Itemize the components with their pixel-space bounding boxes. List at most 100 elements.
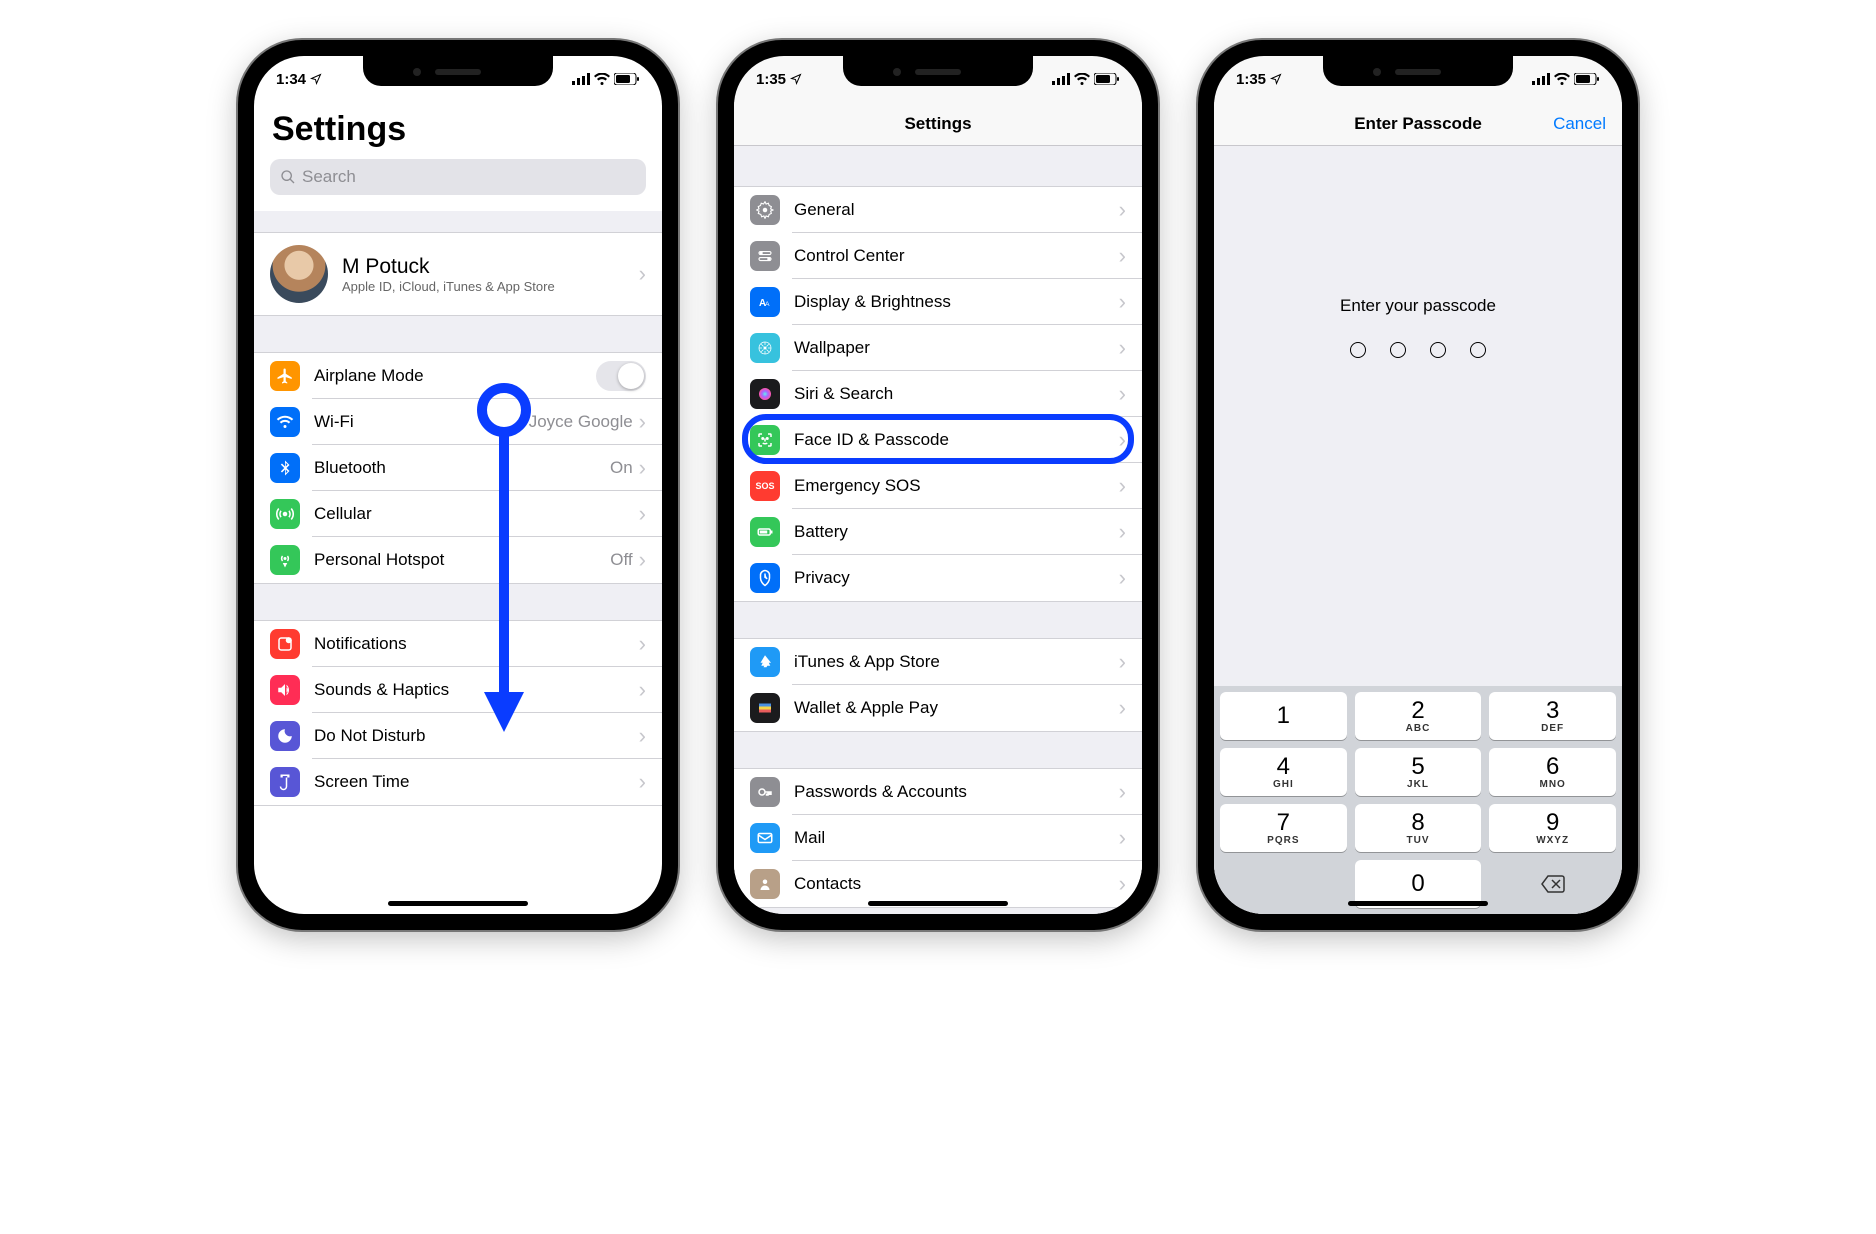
settings-row-sounds-haptics[interactable]: Sounds & Haptics› xyxy=(254,667,662,713)
row-label: Personal Hotspot xyxy=(314,550,610,570)
nav-title: Enter Passcode xyxy=(1354,114,1482,134)
settings-row-notifications[interactable]: Notifications› xyxy=(254,621,662,667)
settings-row-airplane-mode[interactable]: Airplane Mode xyxy=(254,353,662,399)
chevron-right-icon: › xyxy=(1119,427,1126,453)
battery-icon xyxy=(1574,73,1600,85)
toggle-switch[interactable] xyxy=(596,361,646,391)
keypad-key-5[interactable]: 5JKL xyxy=(1355,748,1482,796)
key-letters: DEF xyxy=(1541,723,1564,734)
chevron-right-icon: › xyxy=(639,547,646,573)
row-label: Bluetooth xyxy=(314,458,610,478)
privacy-icon xyxy=(750,563,780,593)
row-label: Contacts xyxy=(794,874,1119,894)
passwords-icon xyxy=(750,777,780,807)
phone-frame-1: 1:34 Settings Search M Potuck Apple ID, … xyxy=(238,40,678,930)
key-number: 0 xyxy=(1411,872,1424,896)
dnd-icon xyxy=(270,721,300,751)
settings-row-do-not-disturb[interactable]: Do Not Disturb› xyxy=(254,713,662,759)
settings-row-general[interactable]: General› xyxy=(734,187,1142,233)
settings-row-wallet-apple-pay[interactable]: Wallet & Apple Pay› xyxy=(734,685,1142,731)
signal-icon xyxy=(1532,73,1550,85)
chevron-right-icon: › xyxy=(1119,335,1126,361)
chevron-right-icon: › xyxy=(639,409,646,435)
row-label: Battery xyxy=(794,522,1119,542)
key-letters: GHI xyxy=(1273,779,1294,790)
settings-row-privacy[interactable]: Privacy› xyxy=(734,555,1142,601)
keypad-key-6[interactable]: 6MNO xyxy=(1489,748,1616,796)
keypad-key-7[interactable]: 7PQRS xyxy=(1220,804,1347,852)
chevron-right-icon: › xyxy=(639,631,646,657)
wifi-status-icon xyxy=(1074,73,1090,85)
settings-row-cellular[interactable]: Cellular› xyxy=(254,491,662,537)
settings-row-wi-fi[interactable]: Wi-FiJoyce Google› xyxy=(254,399,662,445)
passcode-dot xyxy=(1430,342,1446,358)
keypad-backspace[interactable] xyxy=(1489,860,1616,908)
row-label: Sounds & Haptics xyxy=(314,680,639,700)
location-icon xyxy=(790,73,802,85)
passcode-dot xyxy=(1390,342,1406,358)
passcode-prompt: Enter your passcode xyxy=(1214,296,1622,316)
screen-3: 1:35 Enter Passcode Cancel Enter your pa… xyxy=(1214,56,1622,914)
settings-row-passwords-accounts[interactable]: Passwords & Accounts› xyxy=(734,769,1142,815)
signal-icon xyxy=(1052,73,1070,85)
keypad-key-3[interactable]: 3DEF xyxy=(1489,692,1616,740)
svg-text:A: A xyxy=(765,301,770,308)
settings-row-display-brightness[interactable]: AADisplay & Brightness› xyxy=(734,279,1142,325)
key-number: 2 xyxy=(1411,699,1424,723)
keypad-key-4[interactable]: 4GHI xyxy=(1220,748,1347,796)
settings-row-siri-search[interactable]: Siri & Search› xyxy=(734,371,1142,417)
search-input[interactable]: Search xyxy=(270,159,646,195)
settings-row-personal-hotspot[interactable]: Personal HotspotOff› xyxy=(254,537,662,583)
home-indicator[interactable] xyxy=(868,901,1008,906)
row-label: Passwords & Accounts xyxy=(794,782,1119,802)
avatar xyxy=(270,245,328,303)
keypad-key-9[interactable]: 9WXYZ xyxy=(1489,804,1616,852)
key-number: 7 xyxy=(1277,811,1290,835)
profile-cell[interactable]: M Potuck Apple ID, iCloud, iTunes & App … xyxy=(254,233,662,315)
backspace-icon xyxy=(1540,874,1566,894)
row-label: Cellular xyxy=(314,504,639,524)
row-label: Mail xyxy=(794,828,1119,848)
screen-2: 1:35 Settings General›Control Center›AAD… xyxy=(734,56,1142,914)
row-value: On xyxy=(610,458,633,478)
passcode-dot xyxy=(1470,342,1486,358)
profile-name: M Potuck xyxy=(342,255,639,279)
settings-row-mail[interactable]: Mail› xyxy=(734,815,1142,861)
keypad-key-8[interactable]: 8TUV xyxy=(1355,804,1482,852)
wifi-status-icon xyxy=(1554,73,1570,85)
settings-row-screen-time[interactable]: Screen Time› xyxy=(254,759,662,805)
screentime-icon xyxy=(270,767,300,797)
row-label: Privacy xyxy=(794,568,1119,588)
home-indicator[interactable] xyxy=(388,901,528,906)
notifications-icon xyxy=(270,629,300,659)
keypad-key-2[interactable]: 2ABC xyxy=(1355,692,1482,740)
settings-row-face-id-passcode[interactable]: Face ID & Passcode› xyxy=(734,417,1142,463)
passcode-dots xyxy=(1214,342,1622,358)
keypad-key-1[interactable]: 1 xyxy=(1220,692,1347,740)
key-number: 3 xyxy=(1546,699,1559,723)
settings-row-bluetooth[interactable]: BluetoothOn› xyxy=(254,445,662,491)
battery-icon xyxy=(1094,73,1120,85)
cancel-button[interactable]: Cancel xyxy=(1553,114,1606,134)
airplane-icon xyxy=(270,361,300,391)
key-letters: WXYZ xyxy=(1536,835,1569,846)
chevron-right-icon: › xyxy=(1119,649,1126,675)
settings-row-emergency-sos[interactable]: SOSEmergency SOS› xyxy=(734,463,1142,509)
mail-icon xyxy=(750,823,780,853)
battery-icon xyxy=(614,73,640,85)
row-label: Emergency SOS xyxy=(794,476,1119,496)
wallet-icon xyxy=(750,693,780,723)
row-label: General xyxy=(794,200,1119,220)
settings-row-itunes-app-store[interactable]: iTunes & App Store› xyxy=(734,639,1142,685)
settings-row-battery[interactable]: Battery› xyxy=(734,509,1142,555)
settings-row-control-center[interactable]: Control Center› xyxy=(734,233,1142,279)
row-label: Wi-Fi xyxy=(314,412,529,432)
row-label: Do Not Disturb xyxy=(314,726,639,746)
home-indicator[interactable] xyxy=(1348,901,1488,906)
row-label: Wallet & Apple Pay xyxy=(794,698,1119,718)
sos-icon: SOS xyxy=(750,471,780,501)
settings-row-wallpaper[interactable]: Wallpaper› xyxy=(734,325,1142,371)
row-label: Siri & Search xyxy=(794,384,1119,404)
row-label: iTunes & App Store xyxy=(794,652,1119,672)
screen-1: 1:34 Settings Search M Potuck Apple ID, … xyxy=(254,56,662,914)
